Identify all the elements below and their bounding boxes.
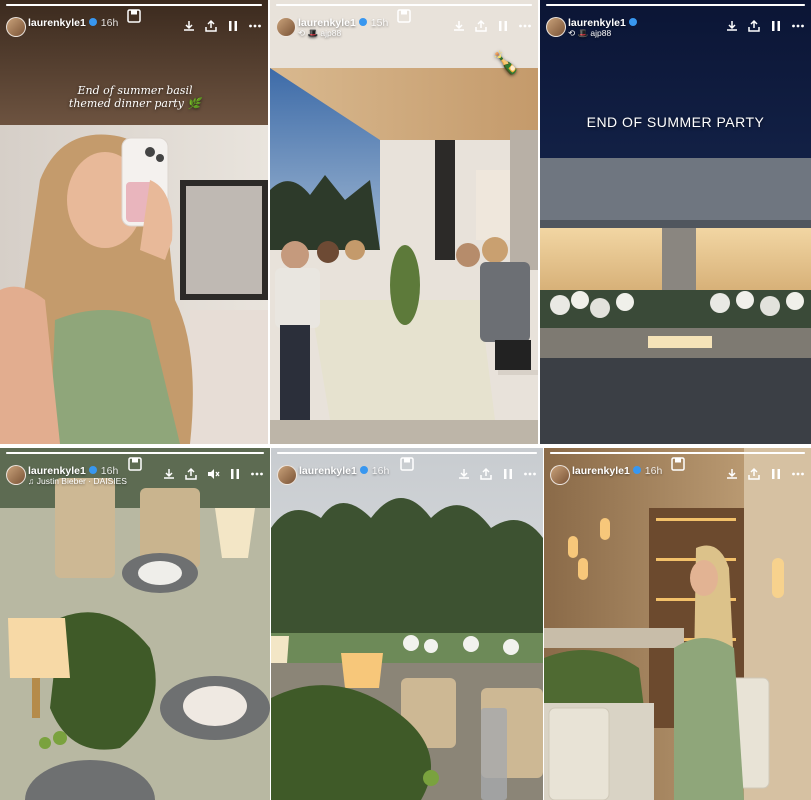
story-1[interactable]: laurenkyle1 16h End of summer basil theme… <box>0 0 268 444</box>
story-3-caption: END OF SUMMER PARTY <box>586 114 765 130</box>
avatar[interactable] <box>277 465 297 485</box>
story-3-progress-bar <box>546 4 805 6</box>
story-1-caption: End of summer basil themed dinner party … <box>68 84 202 110</box>
share-story-icon[interactable] <box>204 19 218 33</box>
story-6-progress-bar <box>550 452 805 454</box>
pause-icon[interactable] <box>228 467 242 481</box>
story-4-photo <box>0 448 270 800</box>
save-icon[interactable] <box>397 9 411 23</box>
download-icon[interactable] <box>725 19 739 33</box>
share-story-icon[interactable] <box>474 19 488 33</box>
pause-icon[interactable] <box>769 467 783 481</box>
avatar[interactable] <box>546 17 566 37</box>
more-icon[interactable] <box>523 467 537 481</box>
more-icon[interactable] <box>791 19 805 33</box>
more-icon[interactable] <box>791 467 805 481</box>
story-2-time: 15h <box>370 17 389 29</box>
story-4[interactable]: laurenkyle1 16h ♫ Justin Bieber · DAISIES <box>0 448 270 800</box>
story-3[interactable]: laurenkyle1 ⟲ 🎩 ajp88 END OF SUMMER PART… <box>540 0 811 444</box>
story-1-photo <box>0 0 268 444</box>
download-icon[interactable] <box>182 19 196 33</box>
story-3-header: laurenkyle1 ⟲ 🎩 ajp88 <box>540 0 811 44</box>
story-4-progress-bar <box>6 452 264 454</box>
verified-badge-icon <box>88 466 97 475</box>
verified-badge-icon <box>359 466 368 475</box>
story-2-header: laurenkyle1 15h ⟲ 🎩 ajp88 <box>270 0 538 44</box>
story-5-progress-bar <box>277 452 537 454</box>
avatar[interactable] <box>276 17 296 37</box>
more-icon[interactable] <box>248 19 262 33</box>
save-icon[interactable] <box>128 457 142 471</box>
story-1-username[interactable]: laurenkyle1 16h <box>28 17 118 29</box>
story-grid: laurenkyle1 16h End of summer basil theme… <box>0 0 811 800</box>
story-3-photo <box>540 0 811 444</box>
download-icon[interactable] <box>457 467 471 481</box>
story-2-repost-line[interactable]: ⟲ 🎩 ajp88 <box>298 28 341 39</box>
share-story-icon[interactable] <box>747 19 761 33</box>
story-1-time: 16h <box>100 17 119 29</box>
story-6[interactable]: laurenkyle1 16h <box>544 448 811 800</box>
verified-badge-icon <box>632 466 641 475</box>
avatar[interactable] <box>6 17 26 37</box>
story-6-header: laurenkyle1 16h <box>544 448 811 492</box>
share-story-icon[interactable] <box>184 467 198 481</box>
share-story-icon[interactable] <box>479 467 493 481</box>
download-icon[interactable] <box>725 467 739 481</box>
verified-badge-icon <box>358 18 367 27</box>
mute-icon[interactable] <box>206 467 220 481</box>
pause-icon[interactable] <box>496 19 510 33</box>
share-story-icon[interactable] <box>747 467 761 481</box>
story-5-header: laurenkyle1 16h <box>271 448 543 492</box>
story-5-time: 16h <box>371 465 390 477</box>
download-icon[interactable] <box>452 19 466 33</box>
story-6-photo <box>544 448 811 800</box>
avatar[interactable] <box>550 465 570 485</box>
story-3-repost-line[interactable]: ⟲ 🎩 ajp88 <box>568 28 611 39</box>
save-icon[interactable] <box>127 9 141 23</box>
verified-badge-icon <box>628 18 637 27</box>
story-4-music-line[interactable]: ♫ Justin Bieber · DAISIES <box>28 476 127 486</box>
story-5-username[interactable]: laurenkyle1 16h <box>299 465 389 477</box>
story-5[interactable]: laurenkyle1 16h <box>271 448 543 800</box>
pause-icon[interactable] <box>769 19 783 33</box>
pause-icon[interactable] <box>501 467 515 481</box>
story-6-username[interactable]: laurenkyle1 16h <box>572 465 662 477</box>
story-2-progress-bar <box>276 4 532 6</box>
more-icon[interactable] <box>250 467 264 481</box>
story-4-header: laurenkyle1 16h ♫ Justin Bieber · DAISIES <box>0 448 270 492</box>
avatar[interactable] <box>6 465 26 485</box>
story-2[interactable]: laurenkyle1 15h ⟲ 🎩 ajp88 🍾 <box>270 0 538 444</box>
more-icon[interactable] <box>518 19 532 33</box>
pause-icon[interactable] <box>226 19 240 33</box>
save-icon[interactable] <box>400 457 414 471</box>
download-icon[interactable] <box>162 467 176 481</box>
story-1-progress-bar <box>6 4 262 6</box>
champagne-sticker: 🍾 <box>492 50 520 75</box>
save-icon[interactable] <box>670 457 685 471</box>
story-1-header: laurenkyle1 16h <box>0 0 268 44</box>
story-5-photo <box>271 448 543 800</box>
story-6-time: 16h <box>644 465 663 477</box>
verified-badge-icon <box>88 18 97 27</box>
